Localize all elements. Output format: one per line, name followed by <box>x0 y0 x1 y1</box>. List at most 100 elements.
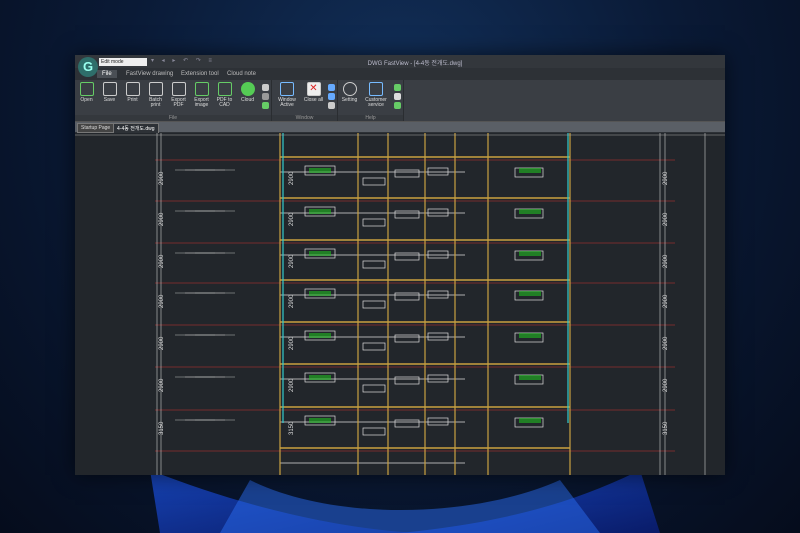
dim-right: 3150 <box>663 421 669 435</box>
room-label-box <box>362 300 386 309</box>
label: Save <box>103 97 116 103</box>
room-label-text <box>309 168 331 173</box>
help-group: Setting Customer service Help <box>338 80 404 121</box>
room-label-text <box>519 291 541 296</box>
room-label-box <box>394 334 420 343</box>
room-label-box <box>427 167 449 176</box>
dim-left: 2900 <box>159 294 165 308</box>
cloud-button[interactable]: Cloud <box>236 82 259 115</box>
batch-print-button[interactable]: Batch print <box>144 82 167 115</box>
room-label-text <box>309 291 331 296</box>
room-label-box <box>362 177 386 186</box>
dim-inner: 2900 <box>289 171 295 185</box>
label: Close all <box>303 97 324 103</box>
room-label-text <box>309 209 331 214</box>
folder-icon <box>79 82 94 96</box>
dim-right: 2900 <box>663 336 669 350</box>
drawing-canvas[interactable]: 2900 2900 2900 2900 2900 2900 2900 2900 2900 2900… <box>75 133 725 475</box>
room-label-box <box>427 290 449 299</box>
dim-inner: 2900 <box>289 254 295 268</box>
room-label-text <box>519 333 541 338</box>
tile-horizontal-icon[interactable] <box>327 93 335 100</box>
ribbon-empty-space <box>404 80 725 121</box>
printer-icon <box>125 82 140 96</box>
new-icon[interactable] <box>261 84 269 91</box>
setting-button[interactable]: Setting <box>338 82 361 115</box>
close-all-button[interactable]: ✕ Close all <box>302 82 325 115</box>
file-small-buttons[interactable] <box>259 82 271 115</box>
tab-extension-tool[interactable]: Extension tool <box>176 70 224 78</box>
room-label-box <box>427 332 449 341</box>
save-button[interactable]: Save <box>98 82 121 115</box>
doc-tab-startup[interactable]: Startup Page <box>77 123 115 133</box>
room-label-text <box>309 251 331 256</box>
info-icon[interactable] <box>393 102 401 109</box>
cascade-icon[interactable] <box>327 102 335 109</box>
save-icon <box>102 82 117 96</box>
dim-inner: 3150 <box>289 421 295 435</box>
room-label-box <box>362 427 386 436</box>
export-pdf-icon <box>171 82 186 96</box>
tab-cloud-note[interactable]: Cloud note <box>222 70 261 78</box>
dim-inner: 2900 <box>289 212 295 226</box>
room-label-box <box>394 210 420 219</box>
tab-file[interactable]: File <box>97 70 117 78</box>
open-button[interactable]: Open <box>75 82 98 115</box>
room-label-box <box>427 417 449 426</box>
quick-access-toolbar[interactable]: ▾ ◂ ▸ ↶ ↷ ≡ <box>151 57 215 64</box>
room-label-box <box>427 250 449 259</box>
label: Customer service <box>365 97 387 108</box>
pdf-to-cad-button[interactable]: PDF to CAD <box>213 82 236 115</box>
desktop-wallpaper-bloom <box>150 470 660 533</box>
cloud-icon <box>240 82 255 96</box>
gear-icon <box>342 82 357 96</box>
room-label-box <box>362 384 386 393</box>
window-icon <box>280 82 294 96</box>
room-label-box <box>427 208 449 217</box>
room-label-text <box>519 375 541 380</box>
app-logo-icon: G <box>78 57 98 77</box>
customer-service-button[interactable]: Customer service <box>361 82 391 115</box>
export-pdf-button[interactable]: Export PDF <box>167 82 190 115</box>
dim-right: 2900 <box>663 254 669 268</box>
tile-vertical-icon[interactable] <box>327 84 335 91</box>
room-label-text <box>519 209 541 214</box>
tab-fastview-drawing[interactable]: FastView drawing <box>121 70 178 78</box>
dim-left: 2900 <box>159 254 165 268</box>
update-icon[interactable] <box>393 84 401 91</box>
room-label-text <box>309 375 331 380</box>
dim-right: 2900 <box>663 212 669 226</box>
print-button[interactable]: Print <box>121 82 144 115</box>
export-image-button[interactable]: Export image <box>190 82 213 115</box>
label: Cloud <box>240 97 255 103</box>
label: Print <box>127 97 138 103</box>
batch-print-icon <box>148 82 163 96</box>
room-label-box <box>394 292 420 301</box>
title-bar: G Edit mode ▾ ◂ ▸ ↶ ↷ ≡ DWG FastView - [… <box>75 55 725 77</box>
dim-right: 2900 <box>663 378 669 392</box>
room-label-text <box>519 168 541 173</box>
dim-right: 2900 <box>663 171 669 185</box>
export-image-icon <box>194 82 209 96</box>
dim-left: 2900 <box>159 378 165 392</box>
dim-left: 2900 <box>159 336 165 350</box>
room-label-box <box>362 218 386 227</box>
group-label: Window <box>272 115 337 121</box>
document-tabs: Startup Page 4-4동 전개도.dwg <box>75 122 725 134</box>
label: Window Active <box>278 97 296 108</box>
window-layout-buttons[interactable] <box>325 82 337 115</box>
label: PDF to CAD <box>216 97 233 108</box>
excel-icon[interactable] <box>261 102 269 109</box>
group-label: File <box>75 115 271 121</box>
window-active-button[interactable]: Window Active <box>272 82 302 115</box>
label: Open <box>80 97 93 103</box>
dim-inner: 2900 <box>289 378 295 392</box>
label: Export image <box>194 97 209 108</box>
apps-icon[interactable] <box>393 93 401 100</box>
room-label-box <box>394 169 420 178</box>
dwg-icon[interactable] <box>261 93 269 100</box>
ribbon: Open Save Print Batch print Export PDF E… <box>75 80 725 122</box>
help-small-buttons[interactable] <box>391 82 403 115</box>
dim-left: 2900 <box>159 212 165 226</box>
mode-select[interactable]: Edit mode <box>99 58 147 66</box>
